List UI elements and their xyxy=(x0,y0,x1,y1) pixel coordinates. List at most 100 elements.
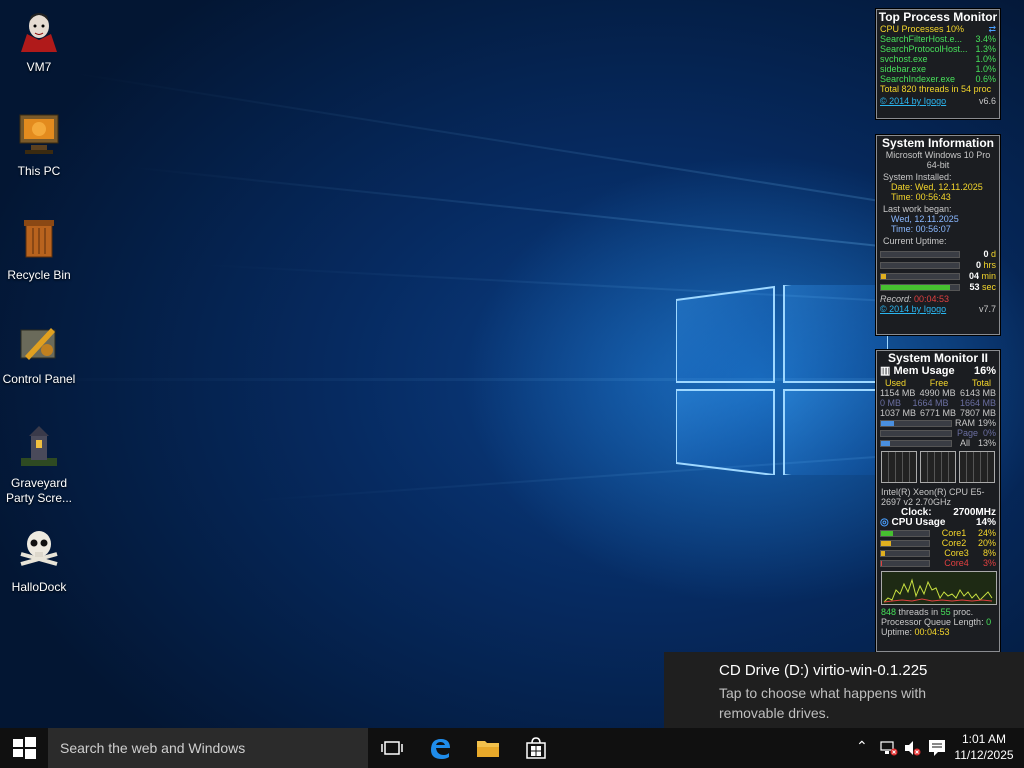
desktop-icon-recycle-bin[interactable]: Recycle Bin xyxy=(1,216,77,283)
col-free: Free xyxy=(929,378,949,388)
memory-table: 1154 MB 4990 MB 6143 MB 0 MB 1664 MB 1664 MB 1… xyxy=(877,388,999,418)
uptime-number: 53 xyxy=(969,282,980,292)
network-tray-button[interactable] xyxy=(880,740,898,761)
version-label: v6.6 xyxy=(978,96,996,106)
desktop-icon-this-pc[interactable]: This PC xyxy=(1,112,77,179)
desktop-icon-label: Control Panel xyxy=(2,372,76,386)
core-bar-fill xyxy=(881,540,891,546)
desktop-icon-vm7[interactable]: VM7 xyxy=(1,8,77,75)
uptime-value: 0 hrs xyxy=(976,260,996,270)
proc-suffix: proc. xyxy=(953,607,974,617)
core-row: Core3 8% xyxy=(877,548,999,558)
task-view-button[interactable] xyxy=(368,728,416,768)
uptime-unit: sec xyxy=(979,282,996,292)
uptime-row: 04 min xyxy=(877,271,999,281)
process-name: SearchFilterHost.e... xyxy=(880,34,963,44)
uptime-label: Uptime: xyxy=(881,627,913,637)
memory-chip-icon: ▥ xyxy=(880,365,891,377)
file-explorer-button[interactable] xyxy=(464,728,512,768)
toast-notification[interactable]: CD Drive (D:) virtio-win-0.1.225 Tap to … xyxy=(664,652,1024,728)
clock[interactable]: 1:01 AM 11/12/2025 xyxy=(950,731,1018,763)
thread-count: 848 xyxy=(881,607,897,617)
uptime-row: 0 d xyxy=(877,249,999,259)
mem-used: 0 MB xyxy=(880,398,902,408)
edge-icon xyxy=(431,739,450,759)
process-row: sidebar.exe 1.0% xyxy=(877,64,999,74)
memory-bar-label: RAM xyxy=(954,418,975,428)
record-value: 00:04:53 xyxy=(914,294,950,304)
uptime-bar-fill xyxy=(881,273,887,279)
uptime-value: 0 d xyxy=(983,249,996,259)
taskbar: Search the web and Windows ⌃ 1:01 AM 11/… xyxy=(0,728,1024,768)
core-bar xyxy=(880,539,930,547)
version-label: v7.7 xyxy=(978,304,996,314)
vampire-icon xyxy=(21,13,57,52)
top-process-monitor-gadget[interactable]: Top Process Monitor CPU Processes 10% ⇄ … xyxy=(875,8,1001,120)
uptime-unit: d xyxy=(988,249,996,259)
core-row: Core4 3% xyxy=(877,558,999,568)
total-threads: Total 820 threads in 54 proc xyxy=(880,84,992,94)
core-bar xyxy=(880,559,930,567)
cpu-name: Intel(R) Xeon(R) CPU E5-2697 v2 2.70GHz xyxy=(881,487,985,507)
process-cpu: 1.0% xyxy=(975,64,996,74)
desktop-icon-control-panel[interactable]: Control Panel xyxy=(1,320,77,387)
process-name: SearchIndexer.exe xyxy=(880,74,956,84)
col-used: Used xyxy=(885,378,907,388)
uptime-label: Current Uptime: xyxy=(883,236,947,246)
volume-muted-icon xyxy=(905,741,921,756)
last-work-time: Time: 00:56:07 xyxy=(891,224,951,234)
memory-bar xyxy=(880,419,952,427)
search-box[interactable]: Search the web and Windows xyxy=(48,728,368,768)
recycle-bin-icon xyxy=(24,220,54,258)
control-panel-icon xyxy=(20,328,56,360)
uptime-bar xyxy=(880,283,960,291)
core-bar-fill xyxy=(881,530,893,536)
volume-tray-button[interactable] xyxy=(903,740,921,761)
edge-button[interactable] xyxy=(416,728,464,768)
action-center-button[interactable] xyxy=(928,739,946,762)
memory-bar-label: All xyxy=(959,438,970,448)
toast-title: CD Drive (D:) virtio-win-0.1.225 xyxy=(719,662,928,679)
windows-start-icon xyxy=(13,737,36,759)
desktop-icon-hallodock[interactable]: HalloDock xyxy=(1,528,77,595)
cpu-history-graph xyxy=(881,571,997,605)
uptime-row: 0 hrs xyxy=(877,260,999,270)
clock-time: 1:01 AM xyxy=(961,732,1007,746)
desktop-icon-graveyard[interactable]: Graveyard Party Scre... xyxy=(1,424,77,506)
core-row: Core1 24% xyxy=(877,528,999,538)
mem-free: 1664 MB xyxy=(912,398,949,408)
core-label: Core3 xyxy=(944,548,969,558)
memory-bar-row: Page 0% xyxy=(877,428,999,438)
system-monitor-gadget[interactable]: System Monitor II ▥ Mem Usage 16% Used F… xyxy=(875,349,1001,653)
gadget-title: System Information xyxy=(881,136,995,150)
graveyard-icon xyxy=(21,426,57,466)
mem-used: 1154 MB xyxy=(880,388,916,398)
copyright-link[interactable]: © 2014 by Igogo xyxy=(880,304,946,314)
memory-bars: RAM 19% Page 0% All 13% xyxy=(877,418,999,448)
cpu-usage-label: CPU Usage xyxy=(891,517,946,528)
store-button[interactable] xyxy=(512,728,560,768)
copyright-link[interactable]: © 2014 by Igogo xyxy=(880,96,946,106)
process-cpu: 3.4% xyxy=(975,34,996,44)
uptime-bar xyxy=(880,250,960,258)
desktop-icon-label: HalloDock xyxy=(11,580,67,594)
cpu-processes-label: CPU Processes 10% xyxy=(880,24,965,34)
memory-bar-row: RAM 19% xyxy=(877,418,999,428)
refresh-icon[interactable]: ⇄ xyxy=(988,24,996,34)
process-row: SearchProtocolHost... 1.3% xyxy=(877,44,999,54)
start-button[interactable] xyxy=(0,728,48,768)
memory-bar-value: 19% xyxy=(977,418,996,428)
mem-total: 1664 MB xyxy=(959,398,996,408)
system-information-gadget[interactable]: System Information Microsoft Windows 10 … xyxy=(875,134,1001,336)
show-hidden-icons-button[interactable]: ⌃ xyxy=(856,738,868,755)
core-value: 3% xyxy=(982,558,996,568)
core-bar xyxy=(880,549,930,557)
uptime-bar xyxy=(880,261,960,269)
skull-icon xyxy=(20,531,58,566)
store-icon xyxy=(526,737,546,759)
mem-usage-percent: 16% xyxy=(973,365,996,377)
cpu-graphs xyxy=(877,448,999,486)
process-cpu: 1.3% xyxy=(975,44,996,54)
core-bar-fill xyxy=(881,560,883,566)
uptime-unit: min xyxy=(978,271,996,281)
